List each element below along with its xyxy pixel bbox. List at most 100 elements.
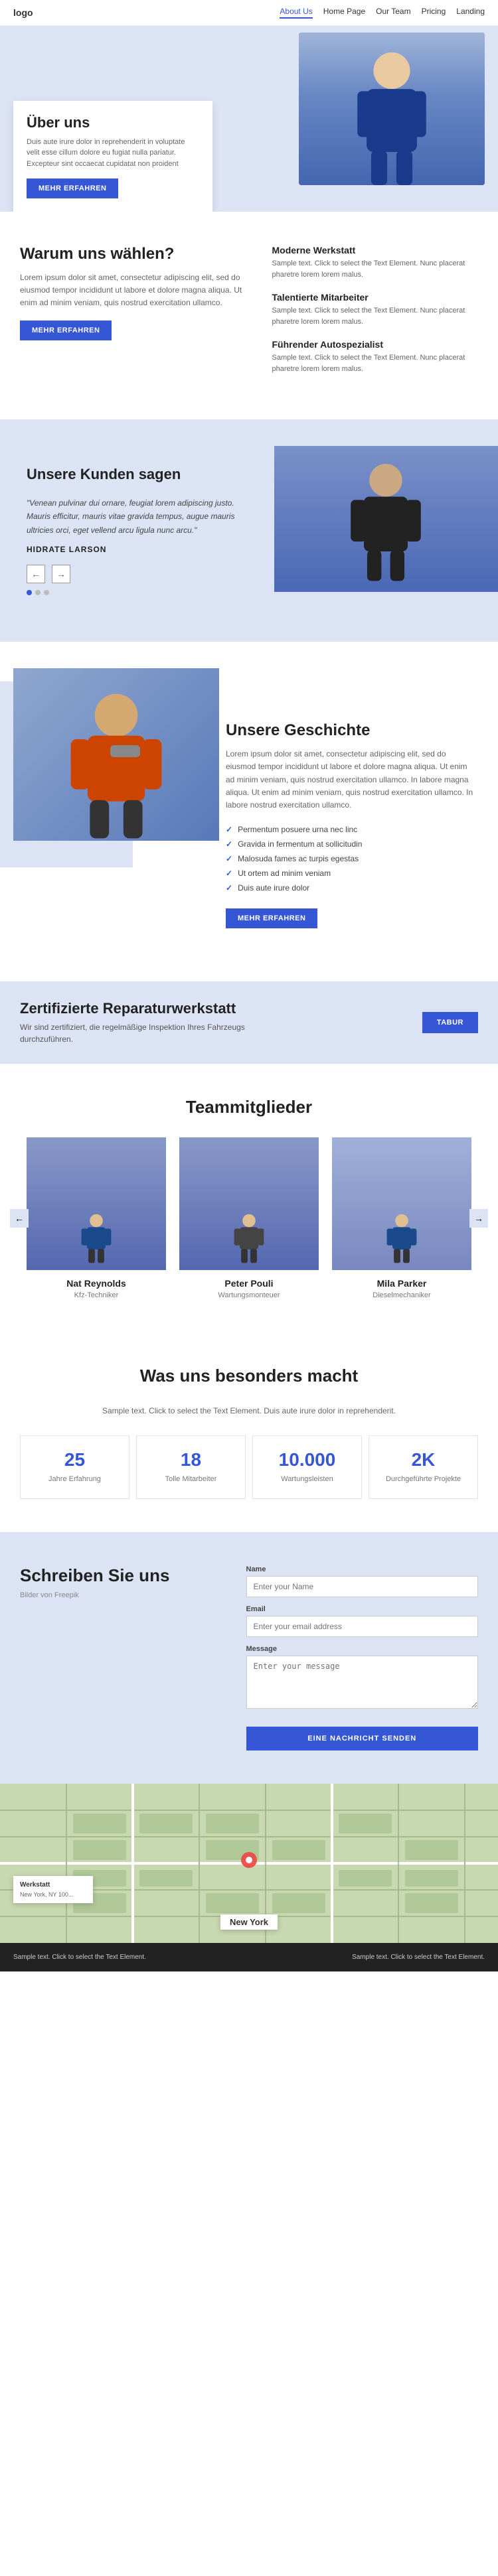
contact-form: Name Email Message EINE NACHRICHT SENDEN	[246, 1565, 479, 1751]
stat-2: 18 Tolle Mitarbeiter	[136, 1435, 246, 1498]
history-mechanic-illustration	[34, 685, 199, 841]
form-name-row: Name	[246, 1565, 479, 1597]
testimonials-title: Unsere Kunden sagen	[27, 466, 248, 483]
team-person-1-illustration	[73, 1210, 120, 1270]
navbar: logo About Us Home Page Our Team Pricing…	[0, 0, 498, 26]
team-title: Teammitglieder	[20, 1097, 478, 1117]
footer-text-right: Sample text. Click to select the Text El…	[352, 1954, 485, 1961]
certified-section: Zertifizierte Reparaturwerkstatt Wir sin…	[0, 981, 498, 1064]
feature-1-text: Sample text. Click to select the Text El…	[272, 258, 479, 280]
map-section: New York Werkstatt New York, NY 100...	[0, 1784, 498, 1943]
team-photo-3	[332, 1137, 471, 1270]
team-role-2: Wartungsmonteuer	[179, 1291, 319, 1299]
stat-3-number: 10.000	[263, 1449, 351, 1470]
email-input[interactable]	[246, 1616, 479, 1637]
dot-3[interactable]	[44, 590, 49, 595]
footer-left: Sample text. Click to select the Text El…	[13, 1954, 146, 1961]
submit-button[interactable]: EINE NACHRICHT SENDEN	[246, 1727, 479, 1751]
testimonial-mechanic-photo	[274, 446, 498, 592]
message-textarea[interactable]	[246, 1656, 479, 1709]
contact-section: Schreiben Sie uns Bilder von Freepik Nam…	[0, 1532, 498, 1784]
stats-grid: 25 Jahre Erfahrung 18 Tolle Mitarbeiter …	[20, 1435, 478, 1498]
special-subtitle: Sample text. Click to select the Text El…	[20, 1406, 478, 1415]
map-background: New York Werkstatt New York, NY 100...	[0, 1784, 498, 1943]
location-address: New York, NY 100...	[20, 1891, 86, 1898]
dot-2[interactable]	[35, 590, 41, 595]
feature-1-title: Moderne Werkstatt	[272, 245, 479, 255]
testimonials-inner: Unsere Kunden sagen "Venean pulvinar dui…	[0, 446, 498, 615]
check-3: Malosuda fames ac turpis egestas	[226, 854, 478, 863]
hero-image	[299, 33, 485, 185]
nav-links: About Us Home Page Our Team Pricing Land…	[280, 7, 485, 19]
contact-inner: Schreiben Sie uns Bilder von Freepik Nam…	[20, 1565, 478, 1751]
team-name-3: Mila Parker	[332, 1278, 471, 1289]
hero-section: Über uns Duis aute irure dolor in repreh…	[0, 26, 498, 212]
name-input[interactable]	[246, 1576, 479, 1597]
location-card: Werkstatt New York, NY 100...	[13, 1876, 93, 1903]
nav-landing[interactable]: Landing	[456, 7, 485, 19]
team-name-2: Peter Pouli	[179, 1278, 319, 1289]
special-section: Was uns besonders macht Sample text. Cli…	[0, 1332, 498, 1532]
check-5: Duis aute irure dolor	[226, 883, 478, 893]
email-label: Email	[246, 1605, 479, 1613]
certified-cta-button[interactable]: TABUR	[422, 1012, 478, 1033]
team-role-1: Kfz-Techniker	[27, 1291, 166, 1299]
certified-text: Wir sind zertifiziert, die regelmäßige I…	[20, 1021, 299, 1045]
nav-team[interactable]: Our Team	[376, 7, 410, 19]
team-prev-button[interactable]: ←	[10, 1209, 29, 1228]
form-email-row: Email	[246, 1605, 479, 1637]
quote-text: "Venean pulvinar dui ornare, feugiat lor…	[27, 496, 248, 537]
certified-text-block: Zertifizierte Reparaturwerkstatt Wir sin…	[20, 1000, 299, 1045]
history-title: Unsere Geschichte	[226, 721, 478, 740]
team-next-button[interactable]: →	[469, 1209, 488, 1228]
next-arrow[interactable]: →	[52, 565, 70, 583]
check-1: Permentum posuere urna nec linc	[226, 825, 478, 834]
contact-left: Schreiben Sie uns Bilder von Freepik	[20, 1565, 226, 1751]
prev-arrow[interactable]: ←	[27, 565, 45, 583]
testimonial-text: Unsere Kunden sagen "Venean pulvinar dui…	[0, 446, 274, 615]
contact-subtitle: Bilder von Freepik	[20, 1591, 226, 1599]
why-text: Lorem ipsum dolor sit amet, consectetur …	[20, 271, 252, 310]
why-left: Warum uns wählen? Lorem ipsum dolor sit …	[20, 245, 272, 340]
nav-about[interactable]: About Us	[280, 7, 312, 19]
team-grid: Nat Reynolds Kfz-Techniker	[20, 1137, 478, 1299]
testimonial-mechanic-illustration	[296, 461, 475, 592]
check-4: Ut ortem ad minim veniam	[226, 869, 478, 878]
mechanic-illustration	[317, 48, 466, 185]
testimonial-arrows: ← →	[27, 565, 248, 583]
team-person-2-illustration	[226, 1210, 272, 1270]
stat-1-label: Jahre Erfahrung	[31, 1474, 119, 1484]
team-person-3-illustration	[378, 1210, 425, 1270]
testimonial-image	[274, 446, 498, 615]
team-role-3: Dieselmechaniker	[332, 1291, 471, 1299]
stat-3: 10.000 Wartungsleisten	[252, 1435, 362, 1498]
name-label: Name	[246, 1565, 479, 1573]
team-section: Teammitglieder ←	[0, 1064, 498, 1332]
stat-3-label: Wartungsleisten	[263, 1474, 351, 1484]
map-city-label: New York	[220, 1914, 278, 1930]
feature-2-text: Sample text. Click to select the Text El…	[272, 305, 479, 327]
why-cta-button[interactable]: MEHR ERFAHREN	[20, 321, 112, 340]
dot-1[interactable]	[27, 590, 32, 595]
hero-white-box: Über uns Duis aute irure dolor in repreh…	[13, 101, 212, 212]
footer-text-left: Sample text. Click to select the Text El…	[13, 1954, 146, 1961]
feature-3-text: Sample text. Click to select the Text El…	[272, 352, 479, 374]
feature-2: Talentierte Mitarbeiter Sample text. Cli…	[272, 292, 479, 327]
history-cta-button[interactable]: MEHR ERFAHREN	[226, 908, 317, 928]
stat-2-label: Tolle Mitarbeiter	[147, 1474, 235, 1484]
history-content: Unsere Geschichte Lorem ipsum dolor sit …	[212, 701, 498, 948]
feature-3-title: Führender Autospezialist	[272, 339, 479, 350]
quote-author: HIDRATE LARSON	[27, 545, 248, 554]
footer-right: Sample text. Click to select the Text El…	[352, 1954, 485, 1961]
logo: logo	[13, 7, 33, 18]
team-photo-2	[179, 1137, 319, 1270]
testimonials-section: Unsere Kunden sagen "Venean pulvinar dui…	[0, 419, 498, 642]
contact-title: Schreiben Sie uns	[20, 1565, 226, 1586]
why-section: Warum uns wählen? Lorem ipsum dolor sit …	[0, 212, 498, 419]
stat-1: 25 Jahre Erfahrung	[20, 1435, 129, 1498]
nav-pricing[interactable]: Pricing	[422, 7, 446, 19]
nav-home[interactable]: Home Page	[323, 7, 365, 19]
feature-1: Moderne Werkstatt Sample text. Click to …	[272, 245, 479, 280]
location-business: Werkstatt	[20, 1881, 86, 1889]
hero-cta-button[interactable]: MEHR ERFAHREN	[27, 179, 118, 198]
